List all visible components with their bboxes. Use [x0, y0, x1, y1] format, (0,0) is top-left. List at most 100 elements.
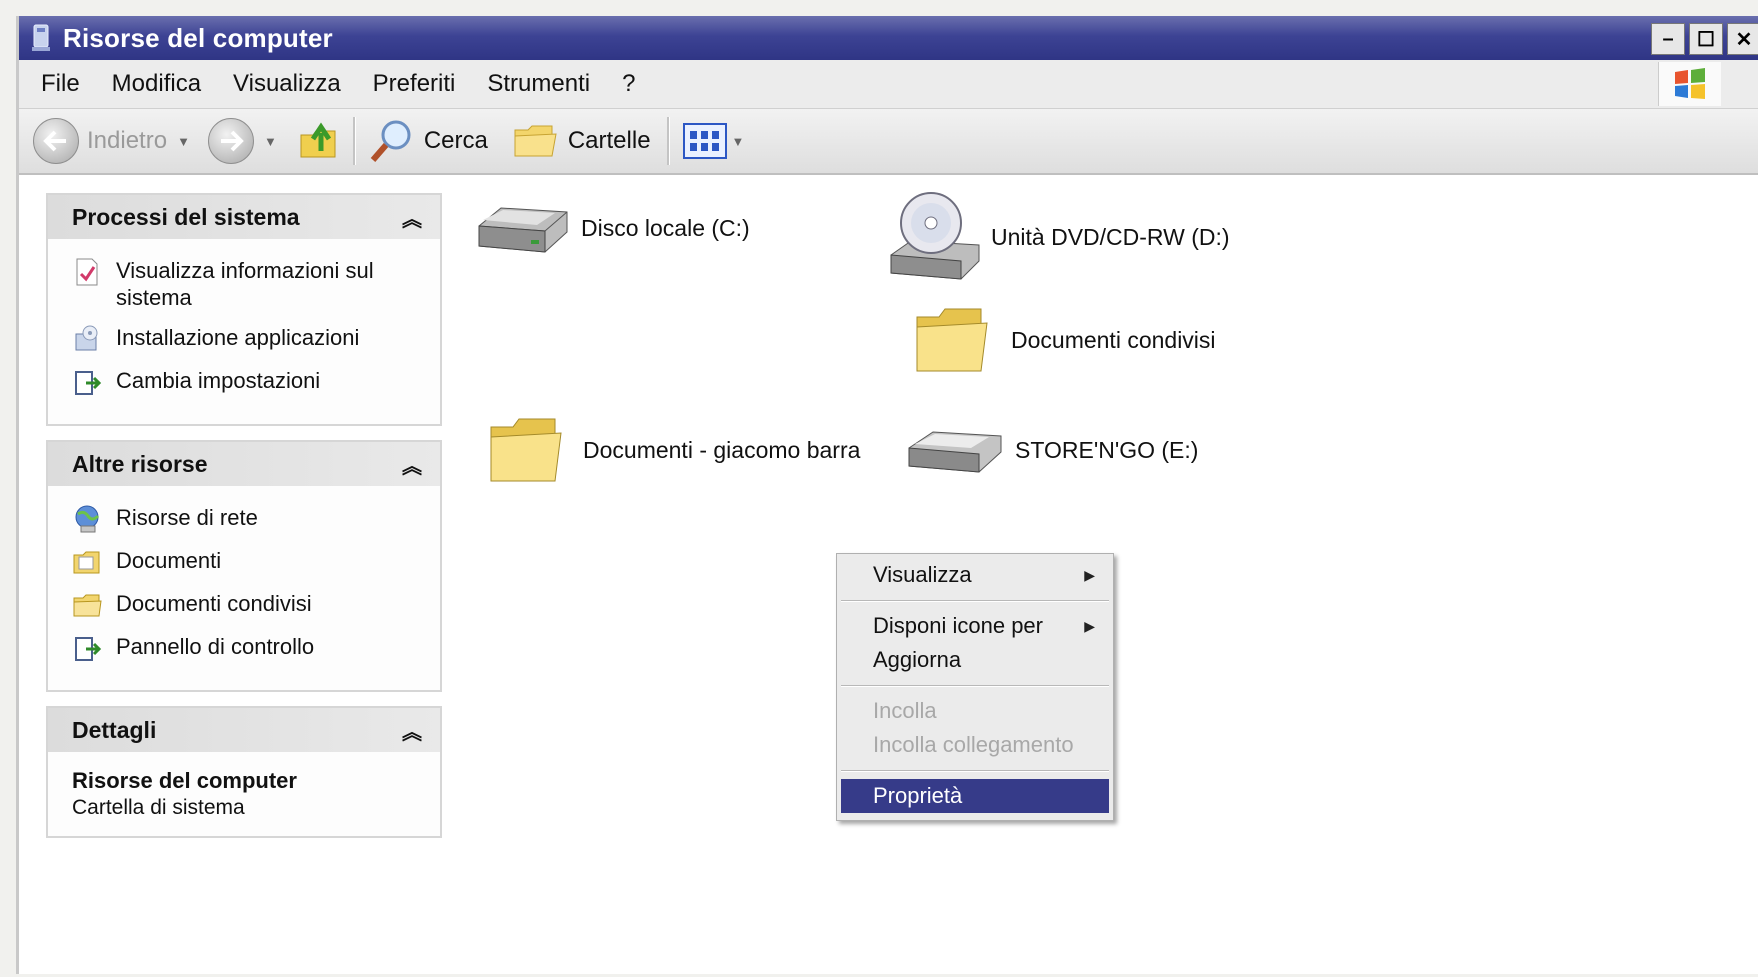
menu-help[interactable]: ?: [622, 70, 635, 98]
ctx-label: Disponi icone per: [873, 613, 1043, 638]
details-type: Cartella di sistema: [72, 796, 245, 819]
task-view-system-info[interactable]: Visualizza informazioni sul sistema: [72, 257, 426, 311]
ctx-properties[interactable]: Proprietà: [841, 779, 1109, 813]
other-places-header[interactable]: Altre risorse ︽: [48, 442, 440, 486]
context-menu: Visualizza ▶ Disponi icone per ▶ Aggiorn…: [836, 553, 1114, 821]
title-bar[interactable]: Risorse del computer – ☐ ✕: [19, 16, 1758, 60]
other-places-title: Altre risorse: [72, 450, 208, 477]
ctx-paste[interactable]: Incolla: [841, 694, 1109, 728]
menu-separator: [841, 685, 1109, 687]
ctx-label: Incolla collegamento: [873, 732, 1074, 757]
submenu-arrow-icon: ▶: [1084, 566, 1095, 583]
up-folder-icon: [300, 122, 336, 158]
removable-drive-icon: [908, 431, 1002, 473]
change-settings-icon: [75, 371, 102, 395]
place-network[interactable]: Risorse di rete: [72, 504, 426, 534]
search-button[interactable]: Cerca: [368, 117, 488, 165]
install-programs-icon: [75, 325, 98, 351]
place-label: Pannello di controllo: [116, 634, 315, 659]
ctx-paste-shortcut[interactable]: Incolla collegamento: [841, 728, 1109, 762]
ctx-label: Aggiorna: [873, 647, 962, 672]
views-button[interactable]: ▼: [682, 121, 745, 161]
shared-documents-folder[interactable]: Documenti condivisi: [911, 301, 1216, 379]
folder-icon: [916, 308, 988, 372]
folder-icon: [490, 418, 562, 482]
item-label: Documenti condivisi: [1011, 326, 1216, 353]
other-places-panel: Altre risorse ︽ Risorse di rete Document…: [46, 440, 442, 692]
back-button[interactable]: Indietro ▼: [33, 118, 190, 164]
computer-icon: [32, 24, 50, 51]
menu-edit[interactable]: Modifica: [112, 70, 201, 98]
item-label: Disco locale (C:): [581, 214, 750, 241]
toolbar-separator: [666, 117, 670, 165]
documents-folder-icon: [73, 551, 100, 574]
place-label: Documenti: [116, 548, 222, 573]
windows-logo-icon: [1658, 62, 1721, 106]
item-label: Documenti - giacomo barra: [583, 436, 861, 463]
close-button[interactable]: ✕: [1727, 23, 1758, 55]
folders-button[interactable]: Cartelle: [512, 120, 651, 162]
folders-label: Cartelle: [567, 127, 651, 154]
ctx-label: Proprietà: [873, 783, 963, 808]
forward-arrow-icon: [207, 118, 254, 164]
menu-favorites[interactable]: Preferiti: [373, 70, 456, 98]
toolbar: Indietro ▼ ▼ Cerca Cartelle ▼: [19, 109, 1758, 175]
ctx-refresh[interactable]: Aggiorna: [841, 643, 1109, 677]
collapse-chevron-icon[interactable]: ︽: [402, 203, 422, 232]
collapse-chevron-icon[interactable]: ︽: [402, 450, 422, 479]
search-icon: [370, 120, 411, 162]
ctx-label: Visualizza: [873, 562, 972, 587]
ctx-arrange-icons[interactable]: Disponi icone per ▶: [841, 609, 1109, 643]
place-documents[interactable]: Documenti: [72, 547, 426, 577]
toolbar-separator: [352, 117, 356, 165]
drive-d[interactable]: Unità DVD/CD-RW (D:): [887, 189, 1230, 285]
drive-c[interactable]: Disco locale (C:): [475, 198, 750, 258]
views-dropdown-icon[interactable]: ▼: [732, 134, 745, 149]
views-icon: [682, 123, 727, 159]
system-tasks-title: Processi del sistema: [72, 203, 300, 230]
task-label: Cambia impostazioni: [116, 368, 321, 393]
details-header[interactable]: Dettagli ︽: [48, 708, 440, 752]
task-add-remove-programs[interactable]: Installazione applicazioni: [72, 324, 426, 354]
system-tasks-header[interactable]: Processi del sistema ︽: [48, 195, 440, 239]
hard-disk-icon: [478, 207, 568, 253]
maximize-button[interactable]: ☐: [1689, 23, 1723, 55]
place-control-panel[interactable]: Pannello di controllo: [72, 633, 426, 663]
ctx-view[interactable]: Visualizza ▶: [841, 558, 1109, 592]
system-tasks-panel: Processi del sistema ︽ Visualizza inform…: [46, 193, 442, 426]
item-label: STORE'N'GO (E:): [1015, 436, 1199, 463]
minimize-button[interactable]: –: [1651, 23, 1685, 55]
menu-tools[interactable]: Strumenti: [487, 70, 590, 98]
dvd-drive-icon: [890, 192, 980, 280]
up-folder-button[interactable]: [297, 119, 341, 163]
submenu-arrow-icon: ▶: [1084, 617, 1095, 634]
search-label: Cerca: [423, 127, 488, 154]
details-title: Dettagli: [72, 716, 157, 743]
explorer-window: Risorse del computer – ☐ ✕ File Modifica…: [16, 16, 1758, 974]
network-icon: [75, 505, 100, 533]
item-label: Unità DVD/CD-RW (D:): [991, 223, 1230, 250]
system-info-icon: [76, 258, 98, 286]
control-panel-icon: [75, 637, 102, 661]
back-label: Indietro: [87, 127, 168, 154]
back-dropdown-icon[interactable]: ▼: [177, 134, 190, 149]
task-change-settings[interactable]: Cambia impostazioni: [72, 367, 426, 397]
forward-dropdown-icon[interactable]: ▼: [264, 134, 277, 149]
menu-file[interactable]: File: [41, 70, 80, 98]
details-name: Risorse del computer: [72, 768, 297, 793]
menu-view[interactable]: Visualizza: [233, 70, 341, 98]
user-documents-folder[interactable]: Documenti - giacomo barra: [485, 411, 860, 489]
task-label: Visualizza informazioni sul sistema: [116, 258, 374, 310]
collapse-chevron-icon[interactable]: ︽: [402, 716, 422, 745]
menu-separator: [841, 770, 1109, 772]
task-label: Installazione applicazioni: [116, 325, 360, 350]
place-shared-documents[interactable]: Documenti condivisi: [72, 590, 426, 620]
menu-separator: [841, 600, 1109, 602]
folders-icon: [514, 125, 557, 157]
folder-icon: [73, 594, 102, 617]
ctx-label: Incolla: [873, 698, 937, 723]
drive-e[interactable]: STORE'N'GO (E:): [905, 420, 1198, 480]
forward-button[interactable]: ▼: [207, 118, 277, 164]
place-label: Risorse di rete: [116, 505, 258, 530]
back-arrow-icon: [33, 118, 79, 164]
